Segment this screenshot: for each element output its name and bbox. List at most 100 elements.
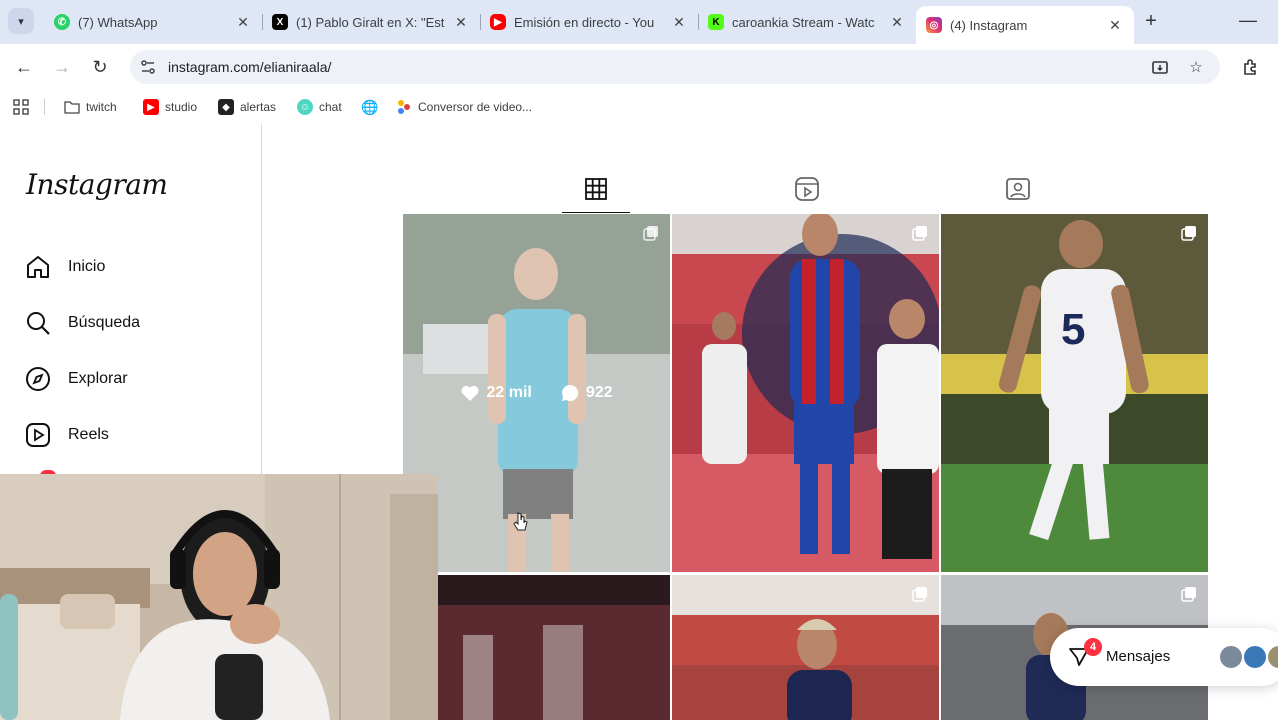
bookmark-label: studio — [165, 100, 198, 114]
carousel-icon — [1181, 226, 1196, 241]
bookmarks-bar: twitch ▶ studio ◆ alertas ☺ chat 🌐 Conve… — [0, 90, 1278, 124]
messages-badge: 4 — [1084, 638, 1102, 656]
minimize-button[interactable]: — — [1238, 10, 1258, 30]
carousel-icon — [1181, 587, 1196, 602]
nav-reels[interactable]: Reels — [24, 420, 109, 450]
bookmark-converter[interactable]: Conversor de video... — [396, 98, 532, 116]
post-thumbnail[interactable] — [672, 575, 939, 720]
bookmark-globe[interactable]: 🌐 — [361, 98, 384, 116]
bookmark-twitch[interactable]: twitch — [64, 98, 117, 116]
tab-title: (1) Pablo Giralt en X: "Est — [296, 14, 445, 30]
instagram-logo[interactable]: Instagram — [26, 168, 168, 201]
kick-icon: K — [708, 14, 724, 30]
whatsapp-icon: ✆ — [54, 14, 70, 30]
post-thumbnail[interactable]: 5 — [941, 214, 1208, 572]
tab-x[interactable]: X (1) Pablo Giralt en X: "Est ✕ — [262, 6, 480, 38]
x-icon: X — [272, 14, 288, 30]
instagram-icon: ◎ — [926, 17, 942, 33]
tab-kick[interactable]: K caroankia Stream - Watc ✕ — [698, 6, 916, 38]
webcam-image — [0, 474, 438, 720]
close-tab-icon[interactable]: ✕ — [234, 14, 252, 31]
tab-strip: ▾ ✆ (7) WhatsApp ✕ X (1) Pablo Giralt en… — [0, 0, 1278, 44]
post-thumbnail[interactable] — [403, 575, 670, 720]
youtube-studio-icon: ▶ — [143, 99, 159, 115]
site-info-icon[interactable] — [140, 59, 156, 75]
bookmark-label: alertas — [240, 100, 277, 114]
nav-label: Explorar — [68, 370, 128, 387]
close-tab-icon[interactable]: ✕ — [452, 14, 470, 31]
carousel-icon — [643, 226, 658, 241]
search-icon — [27, 312, 50, 335]
streamer-webcam — [0, 474, 438, 720]
post-thumbnail[interactable]: 22 mil 922 — [403, 214, 670, 572]
install-app-icon[interactable] — [1150, 58, 1170, 78]
tab-search-button[interactable]: ▾ — [8, 8, 34, 34]
converter-icon — [398, 100, 410, 114]
extensions-icon[interactable] — [1240, 56, 1262, 78]
compass-icon — [26, 367, 50, 391]
tab-title: caroankia Stream - Watc — [732, 14, 875, 30]
svg-text:5: 5 — [1061, 305, 1085, 354]
home-icon — [27, 256, 49, 278]
bookmark-label: Conversor de video... — [418, 100, 533, 114]
mouse-cursor-icon — [513, 512, 528, 531]
youtube-icon: ▶ — [490, 14, 506, 30]
carousel-icon — [912, 226, 927, 241]
grid-icon[interactable] — [582, 175, 610, 203]
carousel-icon — [912, 587, 927, 602]
bookmark-alertas[interactable]: ◆ alertas — [218, 98, 276, 116]
comments-stat: 922 — [560, 383, 613, 403]
avatar — [1266, 644, 1278, 670]
tab-whatsapp[interactable]: ✆ (7) WhatsApp ✕ — [44, 6, 262, 38]
nav-inicio[interactable]: Inicio — [24, 252, 105, 282]
comment-icon — [561, 384, 578, 401]
post-image — [672, 214, 939, 572]
forward-button[interactable]: → — [50, 56, 74, 80]
url-text[interactable]: instagram.com/elianiraala/ — [168, 59, 331, 75]
nav-explorar[interactable]: Explorar — [24, 364, 128, 394]
tagged-icon[interactable] — [1004, 175, 1032, 203]
address-bar[interactable]: instagram.com/elianiraala/ ☆ — [130, 50, 1220, 84]
back-button[interactable]: ← — [12, 56, 36, 80]
tab-title: Emisión en directo - You — [514, 14, 655, 30]
tab-instagram[interactable]: ◎ (4) Instagram ✕ — [916, 6, 1134, 44]
chat-icon: ☺ — [297, 99, 313, 115]
bookmark-star-icon[interactable]: ☆ — [1186, 58, 1206, 78]
comments-count: 922 — [585, 384, 613, 401]
post-image: 5 — [941, 214, 1208, 572]
tab-youtube[interactable]: ▶ Emisión en directo - You ✕ — [480, 6, 698, 38]
post-hover-overlay: 22 mil 922 — [403, 214, 670, 572]
post-image — [403, 575, 670, 720]
reels-tab-icon[interactable] — [793, 175, 821, 203]
bookmark-label: chat — [319, 100, 342, 114]
apps-grid-icon[interactable] — [13, 99, 29, 115]
messages-label: Mensajes — [1106, 648, 1171, 665]
reels-icon — [26, 423, 50, 447]
alerts-icon: ◆ — [218, 99, 234, 115]
likes-stat: 22 mil — [460, 383, 532, 403]
folder-icon — [64, 101, 80, 114]
bookmark-label: twitch — [86, 100, 117, 114]
bookmark-chat[interactable]: ☺ chat — [297, 98, 342, 116]
post-image — [672, 575, 939, 720]
nav-busqueda[interactable]: Búsqueda — [24, 308, 140, 338]
reload-button[interactable]: ↻ — [88, 56, 112, 80]
nav-label: Inicio — [68, 258, 106, 275]
nav-label: Búsqueda — [68, 314, 141, 331]
close-tab-icon[interactable]: ✕ — [1106, 17, 1124, 34]
tab-title: (4) Instagram — [950, 17, 1028, 33]
close-tab-icon[interactable]: ✕ — [670, 14, 688, 31]
bookmark-studio[interactable]: ▶ studio — [143, 98, 197, 116]
messages-button[interactable]: 4 Mensajes — [1050, 628, 1278, 686]
tab-title: (7) WhatsApp — [78, 14, 158, 30]
avatar — [1218, 644, 1244, 670]
close-tab-icon[interactable]: ✕ — [888, 14, 906, 31]
globe-icon: 🌐 — [361, 98, 379, 115]
avatar — [1242, 644, 1268, 670]
post-thumbnail[interactable] — [672, 214, 939, 572]
likes-count: 22 mil — [486, 384, 532, 401]
toolbar: ← → ↻ instagram.com/elianiraala/ ☆ — [0, 44, 1278, 90]
heart-icon — [462, 385, 479, 401]
browser-window: ▾ ✆ (7) WhatsApp ✕ X (1) Pablo Giralt en… — [0, 0, 1278, 720]
new-tab-button[interactable]: + — [1140, 10, 1162, 32]
